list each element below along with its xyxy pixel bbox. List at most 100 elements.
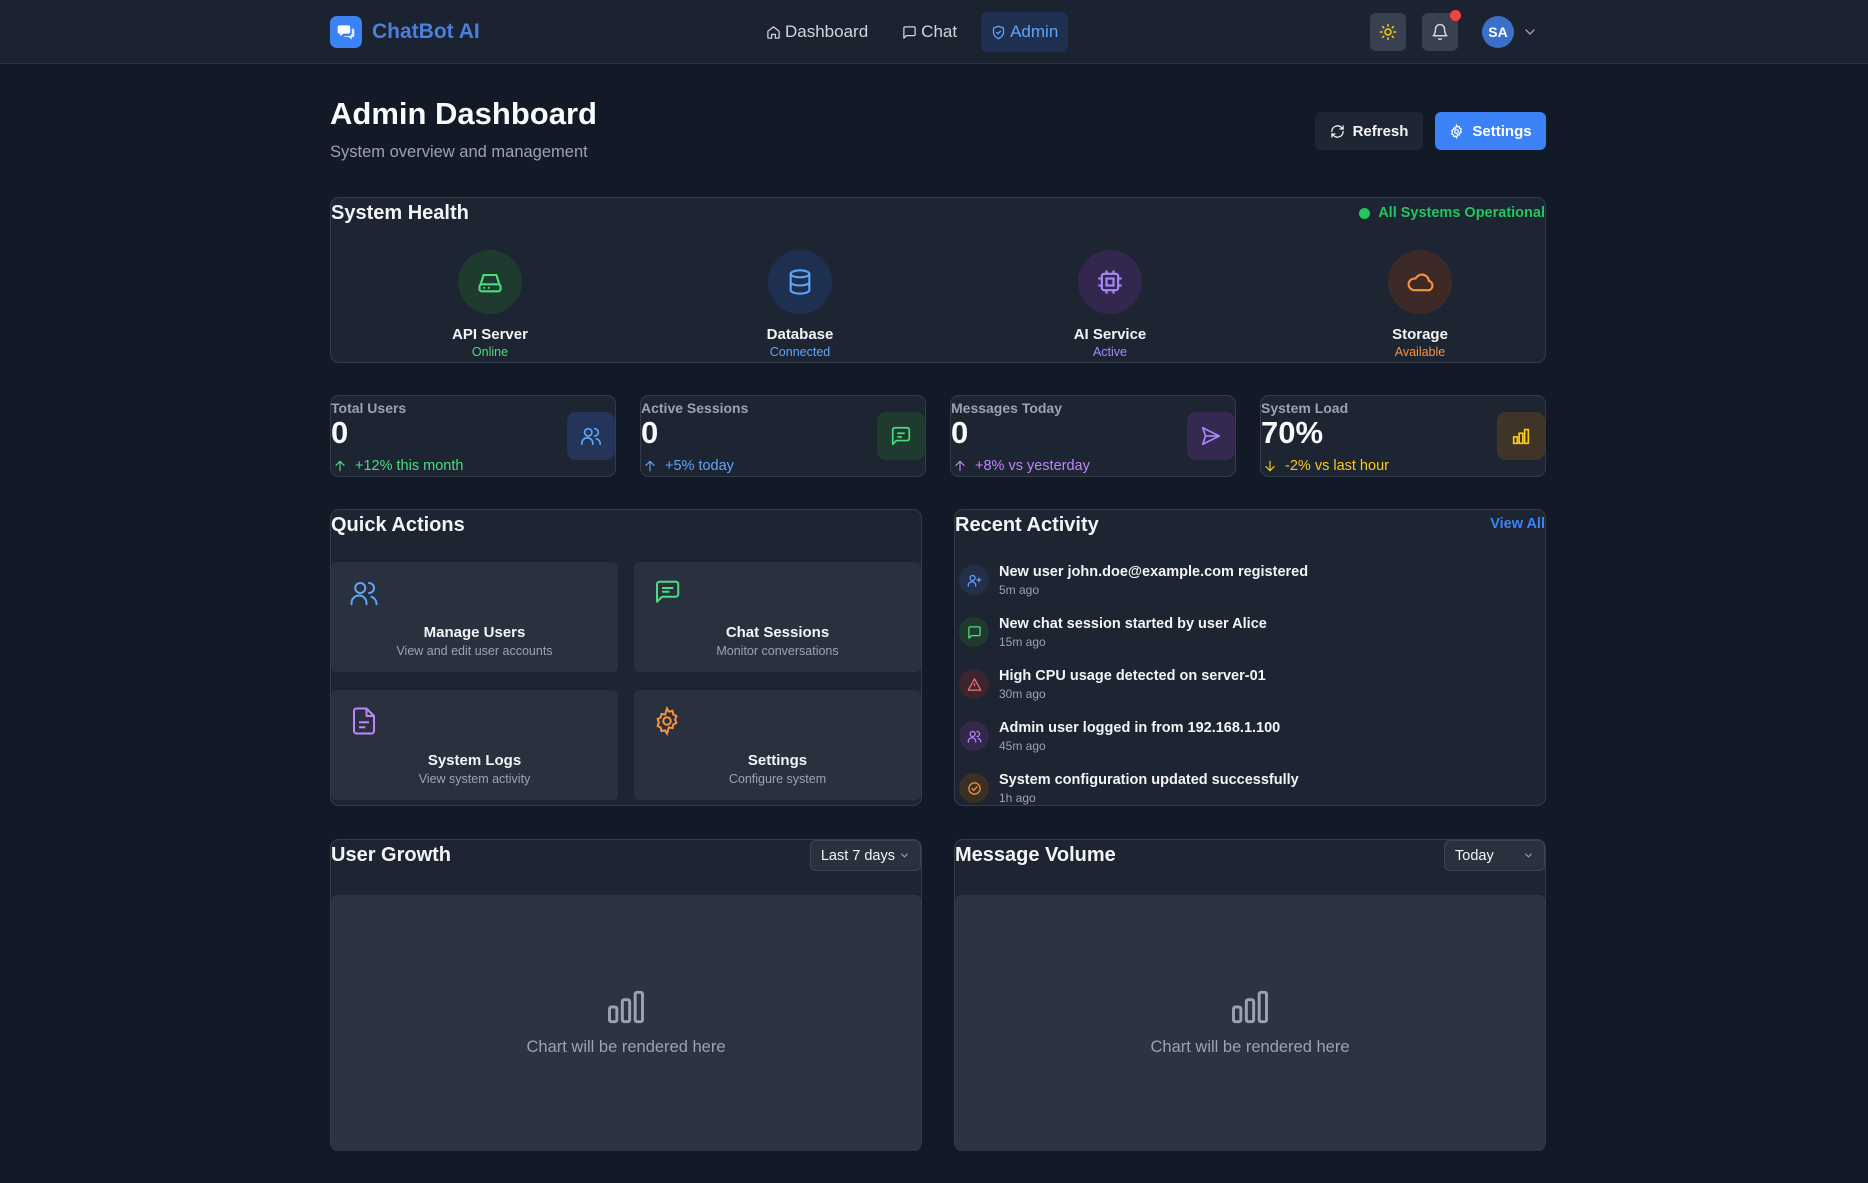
quick-action-settings[interactable]: Settings Configure system (634, 690, 921, 800)
send-icon (1187, 412, 1235, 460)
message-volume-range-select[interactable]: Today (1444, 840, 1545, 871)
chevron-down-icon (901, 853, 908, 858)
bar-chart-icon (1497, 412, 1545, 460)
activity-item: Admin user logged in from 192.168.1.100 … (955, 718, 1545, 766)
stat-total-users: Total Users 0 +12% this month (330, 395, 616, 477)
quick-action-title: Manage Users (423, 624, 526, 641)
quick-action-chat-sessions[interactable]: Chat Sessions Monitor conversations (634, 562, 921, 672)
database-icon (768, 250, 832, 314)
activity-text: New user john.doe@example.com registered (999, 564, 1309, 580)
refresh-label: Refresh (1352, 122, 1409, 140)
stat-value: 0 (641, 415, 659, 450)
message-volume-title: Message Volume (955, 844, 1116, 866)
view-all-link[interactable]: View All (1490, 516, 1545, 532)
cpu-icon (1078, 250, 1142, 314)
status-dot (1359, 207, 1371, 219)
page-subtitle: System overview and management (330, 143, 588, 161)
nav-dashboard[interactable]: Dashboard (756, 12, 878, 52)
stat-value: 0 (331, 415, 349, 450)
user-avatar[interactable]: SA (1482, 16, 1514, 48)
nav-dashboard-label: Dashboard (785, 22, 869, 41)
chart-placeholder-text: Chart will be rendered here (526, 1038, 726, 1056)
health-storage: Storage Available (1320, 250, 1520, 359)
brand-name: ChatBot AI (372, 20, 480, 43)
quick-action-system-logs[interactable]: System Logs View system activity (331, 690, 618, 800)
nav-admin-label: Admin (1010, 22, 1059, 41)
stat-label: Messages Today (951, 400, 1063, 416)
activity-item: New chat session started by user Alice 1… (955, 614, 1545, 662)
bar-chart-icon (1232, 990, 1268, 1024)
stat-messages-today: Messages Today 0 +8% vs yesterday (950, 395, 1236, 477)
select-value: Last 7 days (820, 847, 895, 864)
shield-icon (992, 25, 1005, 39)
chat-icon (959, 617, 989, 647)
user-plus-icon (959, 565, 989, 595)
brand[interactable]: ChatBot AI (330, 16, 480, 48)
quick-actions-title: Quick Actions (331, 514, 465, 536)
health-database: Database Connected (700, 250, 900, 359)
health-status: Online (471, 345, 509, 359)
chat-icon (656, 580, 680, 603)
stat-value: 70% (1261, 415, 1324, 450)
nav-chat[interactable]: Chat (892, 12, 967, 52)
gear-icon (1451, 123, 1463, 139)
file-text-icon (353, 707, 375, 735)
cloud-icon (1388, 250, 1452, 314)
bell-icon (1432, 23, 1448, 41)
chevron-down-icon (1525, 853, 1532, 858)
top-navbar: ChatBot AI Dashboard Chat Admin SA (0, 0, 1868, 64)
quick-action-title: Settings (747, 752, 808, 769)
nav-chat-label: Chat (921, 22, 958, 41)
system-health-title: System Health (331, 202, 469, 224)
stat-change-label: +12% this month (355, 458, 464, 474)
health-name: API Server (452, 326, 528, 343)
message-volume-chart-area: Chart will be rendered here (955, 895, 1545, 1151)
stat-change: +5% today (643, 458, 734, 474)
stat-change: +8% vs yesterday (953, 458, 1090, 474)
chat-icon (903, 25, 916, 39)
stat-system-load: System Load 70% -2% vs last hour (1260, 395, 1546, 477)
settings-label: Settings (1472, 122, 1532, 140)
user-growth-range-select[interactable]: Last 7 days (809, 840, 921, 871)
stat-label: System Load (1261, 400, 1349, 416)
recent-activity-card: Recent Activity View All New user john.d… (954, 509, 1546, 806)
message-volume-card: Message Volume Today Chart will be rende… (954, 839, 1546, 1151)
activity-time: 5m ago (999, 583, 1040, 597)
quick-actions-card: Quick Actions Manage Users View and edit… (330, 509, 922, 806)
health-name: Database (766, 326, 834, 343)
health-name: AI Service (1073, 326, 1147, 343)
notifications-button[interactable] (1422, 10, 1461, 51)
page-title: Admin Dashboard (330, 96, 597, 131)
activity-text: New chat session started by user Alice (999, 616, 1267, 632)
health-status: Connected (769, 345, 831, 359)
system-health-card: System Health All Systems Operational AP… (330, 197, 1546, 363)
activity-time: 1h ago (999, 791, 1036, 805)
health-status: Available (1394, 345, 1446, 359)
stat-active-sessions: Active Sessions 0 +5% today (640, 395, 926, 477)
quick-action-manage-users[interactable]: Manage Users View and edit user accounts (331, 562, 618, 672)
nav-admin[interactable]: Admin (981, 12, 1069, 52)
home-icon (767, 25, 780, 39)
chevron-down-icon[interactable] (1522, 24, 1538, 40)
quick-action-desc: Monitor conversations (716, 644, 839, 658)
chat-icon (877, 412, 925, 460)
warning-icon (959, 669, 989, 699)
users-icon (567, 412, 615, 460)
arrow-down-icon (1265, 460, 1275, 472)
users-icon (350, 582, 378, 606)
refresh-button[interactable]: Refresh (1315, 112, 1423, 150)
health-api-server: API Server Online (390, 250, 590, 359)
quick-action-desc: View system activity (418, 772, 531, 786)
arrow-up-icon (645, 460, 655, 472)
stat-change-label: +5% today (665, 458, 734, 474)
sun-icon (1379, 23, 1397, 41)
gear-icon (656, 706, 678, 736)
arrow-up-icon (955, 460, 965, 472)
theme-toggle-button[interactable] (1370, 13, 1406, 51)
activity-text: System configuration updated successfull… (999, 772, 1299, 788)
quick-action-desc: Configure system (728, 772, 827, 786)
overall-status: All Systems Operational (1359, 205, 1545, 221)
user-growth-title: User Growth (331, 844, 452, 866)
settings-button[interactable]: Settings (1435, 112, 1546, 150)
health-status: Active (1092, 345, 1128, 359)
